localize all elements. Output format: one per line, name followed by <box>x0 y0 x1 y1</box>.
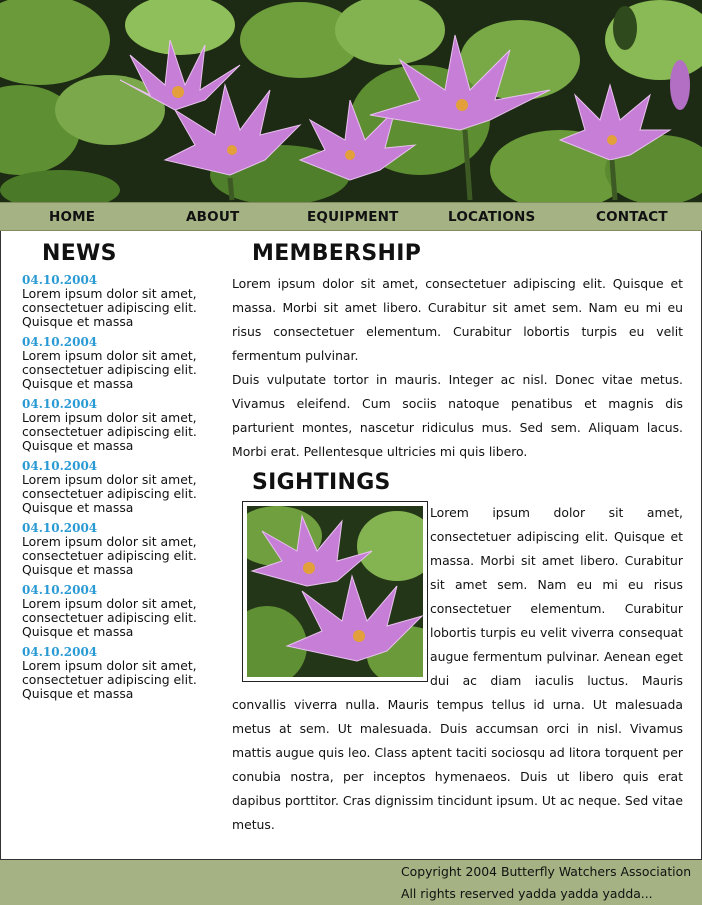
main-content: MEMBERSHIP Lorem ipsum dolor sit amet, c… <box>232 241 683 837</box>
footer-rights: All rights reserved yadda yadda yadda... <box>401 886 653 901</box>
sightings-heading: SIGHTINGS <box>252 470 391 495</box>
main-nav: HOME ABOUT EQUIPMENT LOCATIONS CONTACT <box>0 202 702 231</box>
sighting-photo <box>242 501 428 682</box>
news-heading: NEWS <box>42 241 117 266</box>
news-text: Lorem ipsum dolor sit amet, consectetuer… <box>22 286 197 329</box>
footer-copyright: Copyright 2004 Butterfly Watchers Associ… <box>401 864 692 879</box>
news-sidebar: NEWS 04.10.2004 Lorem ipsum dolor sit am… <box>22 241 212 708</box>
membership-paragraph-2: Duis vulputate tortor in mauris. Integer… <box>232 372 683 459</box>
membership-paragraph-1: Lorem ipsum dolor sit amet, consectetuer… <box>232 276 683 363</box>
news-item: 04.10.2004 Lorem ipsum dolor sit amet, c… <box>22 274 212 329</box>
news-text: Lorem ipsum dolor sit amet, consectetuer… <box>22 410 197 453</box>
news-text: Lorem ipsum dolor sit amet, consectetuer… <box>22 348 197 391</box>
news-text: Lorem ipsum dolor sit amet, consectetuer… <box>22 534 197 577</box>
membership-heading: MEMBERSHIP <box>252 241 422 266</box>
content-frame: NEWS 04.10.2004 Lorem ipsum dolor sit am… <box>0 231 702 859</box>
news-text: Lorem ipsum dolor sit amet, consectetuer… <box>22 472 197 515</box>
footer: Copyright 2004 Butterfly Watchers Associ… <box>0 859 702 905</box>
news-text: Lorem ipsum dolor sit amet, consectetuer… <box>22 658 197 701</box>
nav-about-link[interactable]: ABOUT <box>186 209 239 225</box>
nav-contact-link[interactable]: CONTACT <box>596 209 668 225</box>
page: HOME ABOUT EQUIPMENT LOCATIONS CONTACT N… <box>0 0 702 905</box>
news-item: 04.10.2004 Lorem ipsum dolor sit amet, c… <box>22 646 212 701</box>
nav-home-link[interactable]: HOME <box>49 209 95 225</box>
news-item: 04.10.2004 Lorem ipsum dolor sit amet, c… <box>22 584 212 639</box>
news-item: 04.10.2004 Lorem ipsum dolor sit amet, c… <box>22 336 212 391</box>
nav-equipment-link[interactable]: EQUIPMENT <box>307 209 399 225</box>
news-item: 04.10.2004 Lorem ipsum dolor sit amet, c… <box>22 460 212 515</box>
news-text: Lorem ipsum dolor sit amet, consectetuer… <box>22 596 197 639</box>
header-banner-image <box>0 0 702 202</box>
nav-locations-link[interactable]: LOCATIONS <box>448 209 535 225</box>
news-item: 04.10.2004 Lorem ipsum dolor sit amet, c… <box>22 522 212 577</box>
news-item: 04.10.2004 Lorem ipsum dolor sit amet, c… <box>22 398 212 453</box>
